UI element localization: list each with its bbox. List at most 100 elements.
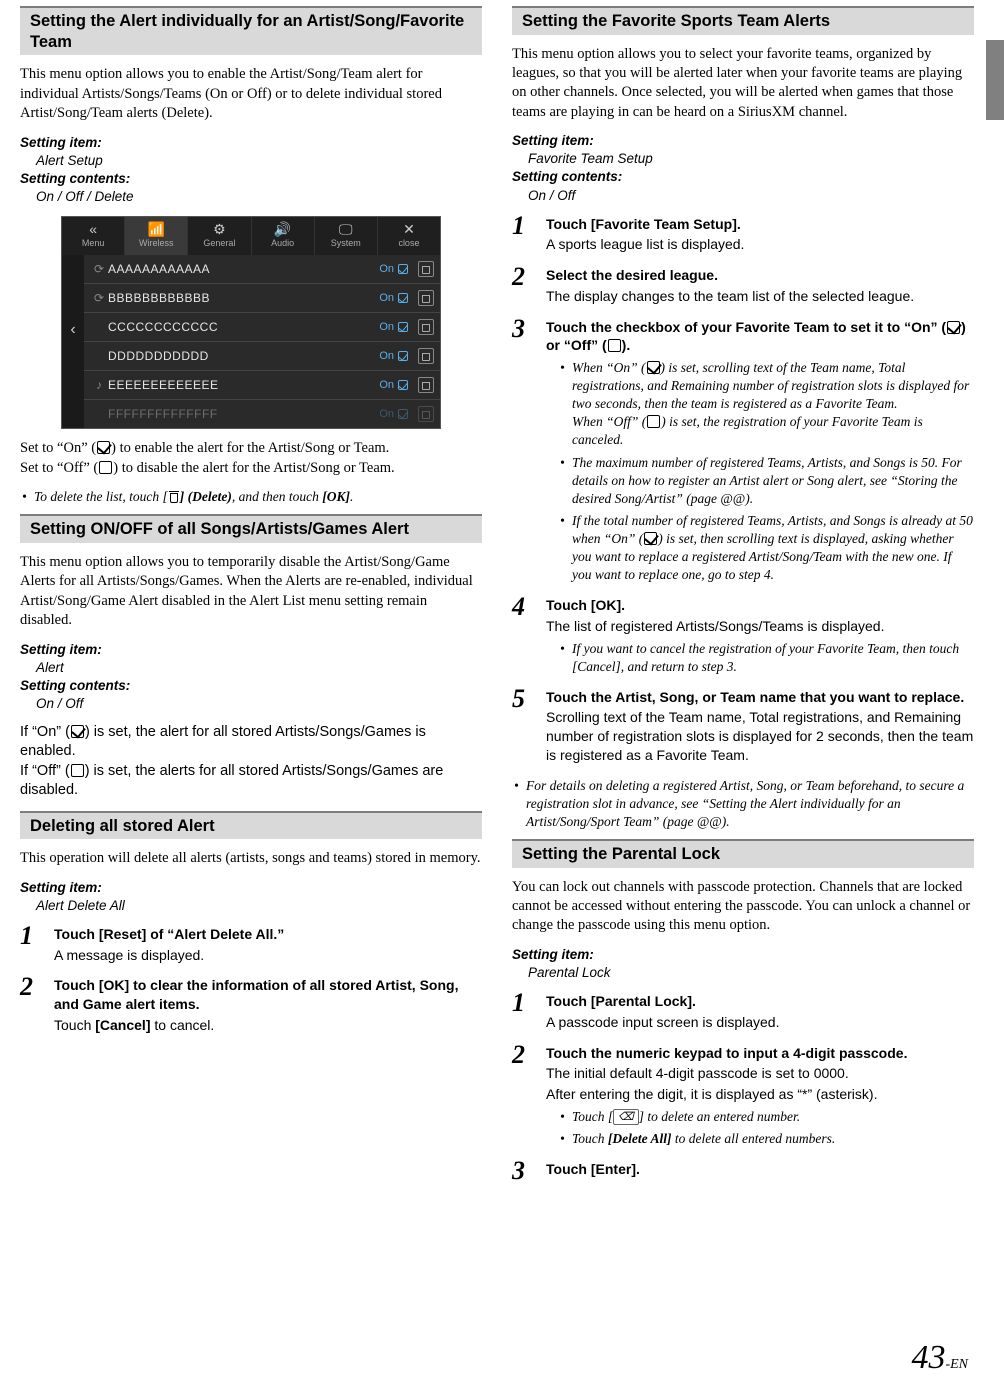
steps-list: Touch [Favorite Team Setup]. A sports le… <box>512 215 974 765</box>
ui-screenshot: «Menu 📶Wireless ⚙General 🔊Audio 🖵System … <box>61 216 441 430</box>
step-item: Touch the numeric keypad to input a 4-di… <box>512 1044 974 1148</box>
step-item: Touch [Favorite Team Setup]. A sports le… <box>512 215 974 255</box>
page-footer: 43-EN <box>911 1335 968 1381</box>
on-badge: On <box>379 378 408 393</box>
section-heading-alert-individual: Setting the Alert individually for an Ar… <box>20 6 482 55</box>
note-item: The maximum number of registered Teams, … <box>572 454 974 508</box>
tab-audio: 🔊Audio <box>252 217 315 255</box>
on-badge: On <box>379 320 408 335</box>
shot-top-tabs: «Menu 📶Wireless ⚙General 🔊Audio 🖵System … <box>62 217 440 255</box>
refresh-icon: ⟳ <box>90 290 108 306</box>
monitor-icon: 🖵 <box>315 221 377 237</box>
trash-icon <box>418 406 434 422</box>
setting-contents-value: On / Off / Delete <box>36 188 482 206</box>
backspace-icon: ⌫ <box>613 1109 639 1125</box>
setting-block: Setting item: Alert Delete All <box>20 879 482 915</box>
step-item: Touch the checkbox of your Favorite Team… <box>512 318 974 584</box>
page-columns: Setting the Alert individually for an Ar… <box>0 0 1004 1191</box>
shot-row: ♪EEEEEEEEEEEEEOn <box>84 371 440 400</box>
step-item: Select the desired league. The display c… <box>512 266 974 306</box>
check-icon <box>398 409 408 419</box>
section-heading-delete-all: Deleting all stored Alert <box>20 811 482 840</box>
checkbox-on-icon <box>647 361 660 374</box>
section-heading-fav-sports: Setting the Favorite Sports Team Alerts <box>512 6 974 35</box>
setting-block: Setting item: Alert Setup Setting conten… <box>20 134 482 206</box>
side-tab <box>986 40 1004 120</box>
on-badge: On <box>379 291 408 306</box>
checkbox-on-icon <box>71 725 84 738</box>
back-icon: ‹ <box>62 319 84 340</box>
sub-notes: Touch [⌫] to delete an entered number. T… <box>546 1108 974 1148</box>
shot-row: ⟳AAAAAAAAAAAAOn <box>84 255 440 284</box>
check-icon <box>398 351 408 361</box>
gear-icon: ⚙ <box>188 221 250 237</box>
intro-text: This menu option allows you to select yo… <box>512 45 974 123</box>
tab-system: 🖵System <box>315 217 378 255</box>
setting-block: Setting item: Favorite Team Setup Settin… <box>512 132 974 204</box>
note-item: If you want to cancel the registration o… <box>572 640 974 676</box>
note-item: When “On” () is set, scrolling text of t… <box>572 359 974 449</box>
checkbox-on-icon <box>644 532 657 545</box>
intro-text: This menu option allows you to enable th… <box>20 65 482 123</box>
checkbox-off-icon <box>647 415 660 428</box>
close-icon: ✕ <box>378 221 440 237</box>
shot-row: ⟳BBBBBBBBBBBBOn <box>84 284 440 313</box>
on-badge: On <box>379 407 408 422</box>
sub-notes: If you want to cancel the registration o… <box>546 640 974 676</box>
intro-text: This operation will delete all alerts (a… <box>20 849 482 868</box>
note-item: Touch [Delete All] to delete all entered… <box>572 1130 974 1148</box>
page-number: 43 <box>911 1339 945 1376</box>
trash-icon <box>418 348 434 364</box>
setting-block: Setting item: Alert Setting contents: On… <box>20 641 482 713</box>
note-item: For details on deleting a registered Art… <box>526 777 974 831</box>
steps-list: Touch [Reset] of “Alert Delete All.” A m… <box>20 925 482 1035</box>
tail-notes: For details on deleting a registered Art… <box>512 777 974 831</box>
section-heading-onoff-all: Setting ON/OFF of all Songs/Artists/Game… <box>20 514 482 543</box>
sub-notes: When “On” () is set, scrolling text of t… <box>546 359 974 584</box>
chevrons-left-icon: « <box>62 221 124 237</box>
on-badge: On <box>379 262 408 277</box>
left-column: Setting the Alert individually for an Ar… <box>20 0 482 1191</box>
note-item: Touch [⌫] to delete an entered number. <box>572 1108 974 1126</box>
shot-row: FFFFFFFFFFFFFFOn <box>84 400 440 428</box>
setting-block: Setting item: Parental Lock <box>512 946 974 982</box>
after-shot-text: Set to “On” () to enable the alert for t… <box>20 439 482 478</box>
trash-icon <box>169 491 179 503</box>
setting-item-label: Setting item: <box>20 134 482 152</box>
right-column: Setting the Favorite Sports Team Alerts … <box>512 0 974 1191</box>
check-icon <box>398 264 408 274</box>
tab-menu: «Menu <box>62 217 125 255</box>
check-icon <box>398 293 408 303</box>
onoff-text: If “On” () is set, the alert for all sto… <box>20 723 482 801</box>
step-item: Touch [OK]. The list of registered Artis… <box>512 596 974 676</box>
checkbox-off-icon <box>99 461 112 474</box>
step-item: Touch [OK] to clear the information of a… <box>20 976 482 1034</box>
wifi-icon: 📶 <box>125 221 187 237</box>
trash-icon <box>418 261 434 277</box>
shot-row: CCCCCCCCCCCCOn <box>84 313 440 342</box>
section-heading-parental-lock: Setting the Parental Lock <box>512 839 974 868</box>
tab-wireless: 📶Wireless <box>125 217 188 255</box>
check-icon <box>398 380 408 390</box>
page-suffix: -EN <box>945 1357 968 1372</box>
step-item: Touch [Parental Lock]. A passcode input … <box>512 992 974 1032</box>
tab-close: ✕close <box>378 217 440 255</box>
check-icon <box>398 322 408 332</box>
checkbox-off-icon <box>71 764 84 777</box>
step-item: Touch the Artist, Song, or Team name tha… <box>512 688 974 765</box>
trash-icon <box>418 319 434 335</box>
note-list: To delete the list, touch [] (Delete), a… <box>20 488 482 506</box>
steps-list: Touch [Parental Lock]. A passcode input … <box>512 992 974 1179</box>
on-badge: On <box>379 349 408 364</box>
intro-text: This menu option allows you to temporari… <box>20 553 482 631</box>
speaker-icon: 🔊 <box>252 221 314 237</box>
shot-leftbar: ‹ <box>62 255 84 428</box>
trash-icon <box>418 290 434 306</box>
setting-item-value: Alert Setup <box>36 152 482 170</box>
checkbox-on-icon <box>97 441 110 454</box>
note-item: To delete the list, touch [] (Delete), a… <box>34 488 482 506</box>
trash-icon <box>418 377 434 393</box>
checkbox-on-icon <box>947 321 960 334</box>
note-item: If the total number of registered Teams,… <box>572 512 974 584</box>
refresh-icon: ⟳ <box>90 261 108 277</box>
